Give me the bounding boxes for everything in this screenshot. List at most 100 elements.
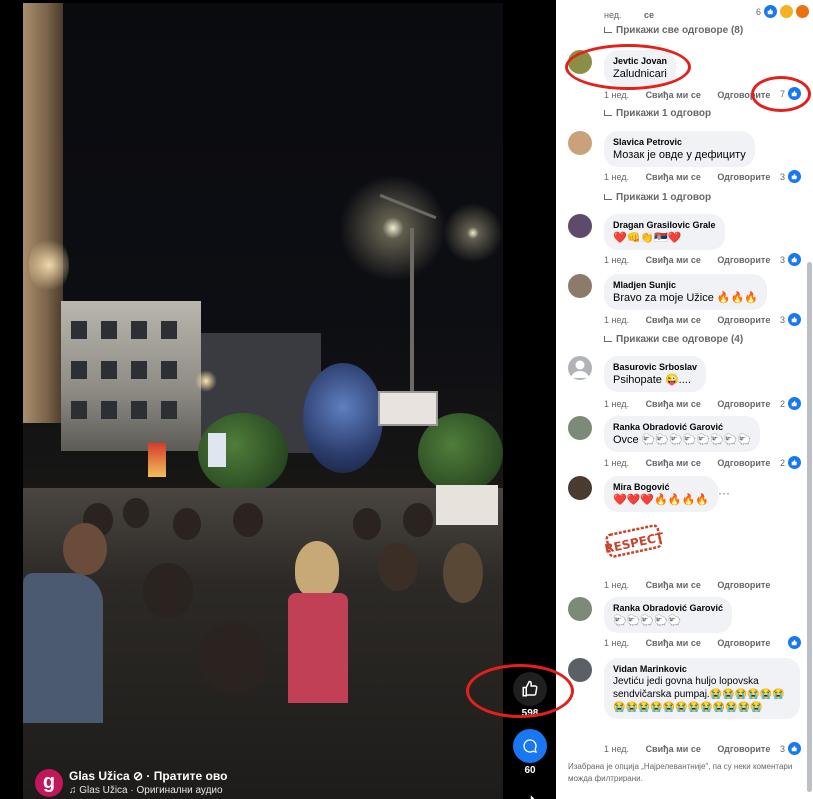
comment-author[interactable]: Ranka Obradović Garović [613, 421, 751, 433]
like-count: 598 [521, 708, 539, 719]
channel-avatar[interactable]: g [35, 769, 63, 797]
channel-text: Glas Užica ⊘ · Пратите ово ♫ Glas Užica … [69, 769, 227, 797]
comment-like-button[interactable]: Свиђа ми се [646, 315, 701, 325]
comment-time[interactable]: 1 нед. [604, 458, 629, 468]
comment-reply-button[interactable]: Одговорите [717, 744, 770, 754]
comment-reply-button[interactable]: Одговорите [717, 638, 770, 648]
avatar[interactable] [568, 658, 592, 682]
avatar[interactable] [568, 214, 592, 238]
reel-video[interactable] [23, 3, 503, 799]
comment-icon [513, 729, 547, 763]
comment-like-button[interactable]: Свиђа ми се [646, 744, 701, 754]
head [443, 543, 483, 603]
comment-likes[interactable]: 3 [780, 170, 801, 183]
building [61, 301, 201, 451]
protest-sign [436, 485, 498, 525]
channel-info[interactable]: g Glas Užica ⊘ · Пратите ово ♫ Glas Užic… [35, 769, 227, 799]
comment-bubble: Ranka Obradović Garović 🐑🐑🐑🐑🐑 [604, 597, 733, 633]
more-options-icon[interactable]: ··· [718, 486, 730, 500]
comment-reply-button[interactable]: Одговорите [717, 255, 770, 265]
comments-panel[interactable]: нед. се 6 Прикажи све одговоре (8) Jevti… [556, 0, 813, 799]
comment-time[interactable]: 1 нед. [604, 90, 629, 100]
lit-tree [303, 363, 383, 473]
comment-time[interactable]: 1 нед. [604, 638, 629, 648]
comment-author[interactable]: Slavica Petrovic [613, 136, 746, 148]
like-reaction-icon [764, 5, 777, 18]
like-reaction-icon [788, 313, 801, 326]
comment-time[interactable]: нед. [604, 10, 622, 20]
head [403, 503, 433, 537]
comment-like-button[interactable]: Свиђа ми се [646, 172, 701, 182]
avatar[interactable] [568, 416, 592, 440]
tower-light [29, 235, 69, 295]
comment-author[interactable]: Basurovic Srboslav [613, 361, 697, 373]
avatar[interactable] [568, 597, 592, 621]
comment-likes[interactable]: 2 [780, 397, 801, 410]
comment-like-button[interactable]: Свиђа ми се [646, 255, 701, 265]
comment-author[interactable]: Mira Bogović [613, 481, 709, 493]
comment-like-button[interactable]: Свиђа ми се [646, 90, 701, 100]
comment-reply-button[interactable]: Одговорите [717, 90, 770, 100]
comment-author[interactable]: Ranka Obradović Garović [613, 602, 723, 614]
comment-like[interactable]: се [644, 10, 654, 20]
comment-time[interactable]: 1 нед. [604, 255, 629, 265]
likes-count: 3 [779, 254, 785, 265]
comment-reply-button[interactable]: Одговорите [717, 580, 770, 590]
comment-reply-button[interactable]: Одговорите [717, 399, 770, 409]
comment-likes[interactable]: 6 [756, 5, 809, 18]
comment-like-button[interactable]: Свиђа ми се [646, 399, 701, 409]
comment-likes[interactable]: 7 [780, 87, 801, 100]
comment-count: 60 [524, 765, 536, 776]
street-light-glow [433, 203, 503, 263]
avatar[interactable] [568, 131, 592, 155]
comment-time[interactable]: 1 нед. [604, 315, 629, 325]
comment-likes[interactable]: 2 [780, 456, 801, 469]
comment-author[interactable]: Jevtic Jovan [613, 55, 667, 67]
default-avatar-icon[interactable] [568, 356, 592, 380]
comment-like-button[interactable]: Свиђа ми се [646, 580, 701, 590]
comment-like-button[interactable]: Свиђа ми се [646, 638, 701, 648]
comment-reply-button[interactable]: Одговорите [717, 172, 770, 182]
channel-title[interactable]: Glas Užica ⊘ · Пратите ово [69, 769, 227, 784]
likes-count: 3 [779, 743, 785, 754]
head [378, 543, 418, 591]
lamp-pole [410, 228, 414, 418]
comment-time[interactable]: 1 нед. [604, 399, 629, 409]
comment-time[interactable]: 1 нед. [604, 172, 629, 182]
haha-reaction-icon [780, 5, 793, 18]
like-reaction-icon [788, 742, 801, 755]
thumbs-up-icon [513, 672, 547, 706]
sticker-text: RESPECT [604, 530, 664, 556]
head [198, 623, 268, 693]
comment-author[interactable]: Dragan Grasilovic Grale [613, 219, 716, 231]
comment-likes[interactable] [788, 636, 801, 649]
comment-meta: 1 нед. Свиђа ми се Одговорите [604, 743, 784, 755]
avatar[interactable] [568, 50, 592, 74]
show-replies-link[interactable]: Прикажи 1 одговор [604, 108, 711, 119]
show-replies-link[interactable]: Прикажи све одговоре (4) [604, 334, 743, 345]
avatar[interactable] [568, 274, 592, 298]
comment-author[interactable]: Vidan Marinkovic [613, 663, 791, 675]
show-replies-link[interactable]: Прикажи 1 одговор [604, 192, 711, 203]
comment-bubble: Jevtic Jovan Zaludnicari [604, 50, 677, 86]
likes-count: 2 [779, 457, 785, 468]
scrollbar[interactable] [807, 262, 812, 792]
comment-like-button[interactable]: Свиђа ми се [646, 458, 701, 468]
like-button[interactable]: 598 [508, 672, 552, 719]
comment-reply-button[interactable]: Одговорите [717, 458, 770, 468]
comment-time[interactable]: 1 нед. [604, 744, 629, 754]
comment-button[interactable]: 60 [508, 729, 552, 776]
comment-likes[interactable]: 3 [780, 313, 801, 326]
share-button[interactable] [508, 786, 552, 799]
head [353, 508, 381, 540]
comment-author[interactable]: Mladjen Sunjic [613, 279, 758, 291]
channel-audio[interactable]: ♫ Glas Užica · Оригинални аудио [69, 784, 227, 797]
likes-count: 2 [779, 398, 785, 409]
comment-meta: 1 нед. Свиђа ми се Одговорите [604, 254, 784, 266]
comment-time[interactable]: 1 нед. [604, 580, 629, 590]
comment-likes[interactable]: 3 [780, 253, 801, 266]
comment-likes[interactable]: 3 [780, 742, 801, 755]
avatar[interactable] [568, 476, 592, 500]
show-replies-link[interactable]: Прикажи све одговоре (8) [604, 25, 743, 36]
comment-reply-button[interactable]: Одговорите [717, 315, 770, 325]
